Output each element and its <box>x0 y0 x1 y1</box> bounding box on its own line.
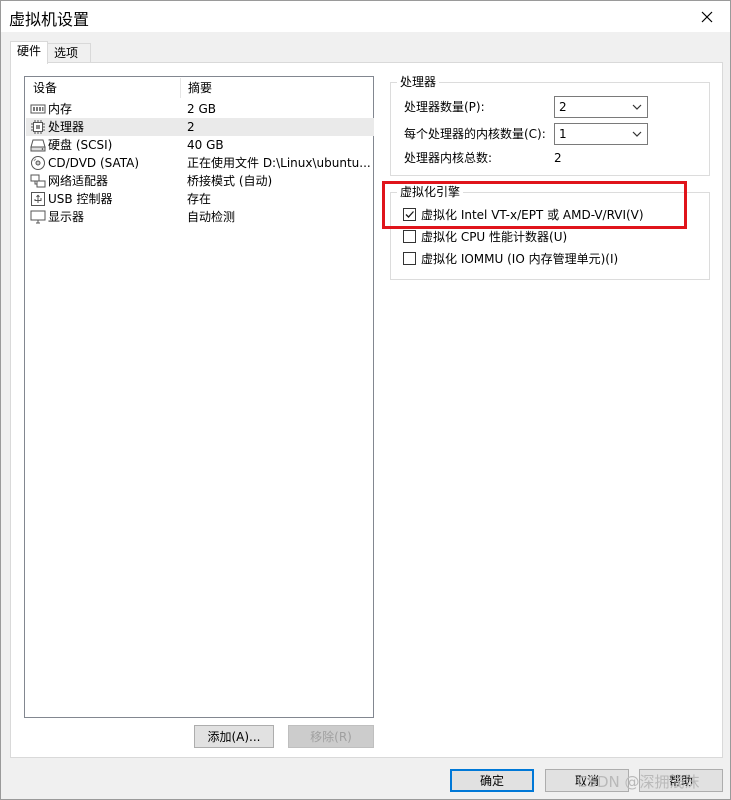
device-name: 处理器 <box>48 120 85 134</box>
cd-dvd-icon <box>31 156 45 170</box>
cores-per-processor-value: 1 <box>559 127 567 141</box>
column-header-summary[interactable]: 摘要 <box>180 77 212 99</box>
device-name: 硬盘 (SCSI) <box>48 138 113 152</box>
device-name: 内存 <box>48 102 73 116</box>
csdn-watermark: CSDN @深拥浅沫 <box>577 773 700 791</box>
device-row-cd-dvd[interactable]: CD/DVD (SATA) 正在使用文件 D:\Linux\ubuntu... <box>26 154 374 172</box>
hard-disk-icon <box>30 139 46 152</box>
device-row-display[interactable]: 显示器 自动检测 <box>26 208 374 226</box>
device-summary: 正在使用文件 D:\Linux\ubuntu... <box>187 156 371 170</box>
device-row-usb-controller[interactable]: USB 控制器 存在 <box>26 190 374 208</box>
device-row-memory[interactable]: 内存 2 GB <box>26 100 374 118</box>
virtualize-intel-vtx-checkbox-row[interactable]: 虚拟化 Intel VT-x/EPT 或 AMD-V/RVI(V) <box>403 206 693 224</box>
device-list[interactable]: 设备 摘要 内存 2 GB 处理器 2 硬盘 (SCSI) 40 GB CD/D… <box>24 76 374 718</box>
processor-count-dropdown[interactable]: 2 <box>554 96 648 118</box>
cores-per-processor-label: 每个处理器的内核数量(C): <box>404 127 546 141</box>
device-summary: 40 GB <box>187 138 224 152</box>
processor-group: 处理器 处理器数量(P): 2 每个处理器的内核数量(C): 1 处理器内核总数… <box>390 75 710 176</box>
memory-icon <box>30 104 46 114</box>
close-button[interactable] <box>684 1 730 32</box>
device-summary: 2 GB <box>187 102 216 116</box>
chevron-down-icon <box>632 131 642 137</box>
display-icon <box>30 210 46 224</box>
tab-options[interactable]: 选项 <box>47 43 91 63</box>
title-bar: 虚拟机设置 <box>1 1 730 32</box>
device-row-network-adapter[interactable]: 网络适配器 桥接模式 (自动) <box>26 172 374 190</box>
virtualize-cpu-counters-checkbox-row[interactable]: 虚拟化 CPU 性能计数器(U) <box>403 228 693 246</box>
window-title: 虚拟机设置 <box>9 10 90 29</box>
device-name: 网络适配器 <box>48 174 109 188</box>
virtualize-iommu-checkbox[interactable] <box>403 252 416 265</box>
processor-group-title: 处理器 <box>397 75 440 89</box>
virtualize-iommu-checkbox-row[interactable]: 虚拟化 IOMMU (IO 内存管理单元)(I) <box>403 250 693 268</box>
virtualize-cpu-counters-label: 虚拟化 CPU 性能计数器(U) <box>421 230 568 244</box>
device-name: USB 控制器 <box>48 192 113 206</box>
processor-count-value: 2 <box>559 100 567 114</box>
usb-icon <box>31 192 45 206</box>
total-cores-value: 2 <box>554 151 562 165</box>
processor-count-label: 处理器数量(P): <box>404 100 485 114</box>
device-list-header: 设备 摘要 <box>25 77 373 99</box>
virtualize-cpu-counters-checkbox[interactable] <box>403 230 416 243</box>
device-row-hard-disk[interactable]: 硬盘 (SCSI) 40 GB <box>26 136 374 154</box>
device-summary: 桥接模式 (自动) <box>187 174 273 188</box>
device-summary: 自动检测 <box>187 210 236 224</box>
virtualize-intel-vtx-label: 虚拟化 Intel VT-x/EPT 或 AMD-V/RVI(V) <box>421 208 644 222</box>
hardware-tab-panel: 设备 摘要 内存 2 GB 处理器 2 硬盘 (SCSI) 40 GB CD/D… <box>10 62 723 758</box>
total-cores-label: 处理器内核总数: <box>404 151 493 165</box>
close-icon <box>701 11 713 22</box>
device-summary: 2 <box>187 120 195 134</box>
virtualize-intel-vtx-checkbox[interactable] <box>403 208 416 221</box>
device-name: 显示器 <box>48 210 85 224</box>
remove-device-button[interactable]: 移除(R) <box>288 725 374 748</box>
cores-per-processor-dropdown[interactable]: 1 <box>554 123 648 145</box>
device-summary: 存在 <box>187 192 212 206</box>
virtual-machine-settings-dialog: 虚拟机设置 硬件 选项 设备 摘要 内存 2 GB 处理器 2 硬盘 (SCSI… <box>0 0 731 800</box>
add-device-button[interactable]: 添加(A)... <box>194 725 274 748</box>
device-row-processor[interactable]: 处理器 2 <box>26 118 374 136</box>
chevron-down-icon <box>632 104 642 110</box>
network-adapter-icon <box>30 174 46 188</box>
column-header-device[interactable]: 设备 <box>25 77 57 99</box>
tab-hardware[interactable]: 硬件 <box>10 41 48 64</box>
virtualization-engine-title: 虚拟化引擎 <box>397 185 464 199</box>
virtualize-iommu-label: 虚拟化 IOMMU (IO 内存管理单元)(I) <box>421 252 619 266</box>
ok-button[interactable]: 确定 <box>450 769 534 792</box>
checkmark-icon <box>405 211 414 218</box>
device-name: CD/DVD (SATA) <box>48 156 140 170</box>
virtualization-engine-group: 虚拟化引擎 虚拟化 Intel VT-x/EPT 或 AMD-V/RVI(V) … <box>390 185 710 280</box>
processor-icon <box>31 120 45 134</box>
